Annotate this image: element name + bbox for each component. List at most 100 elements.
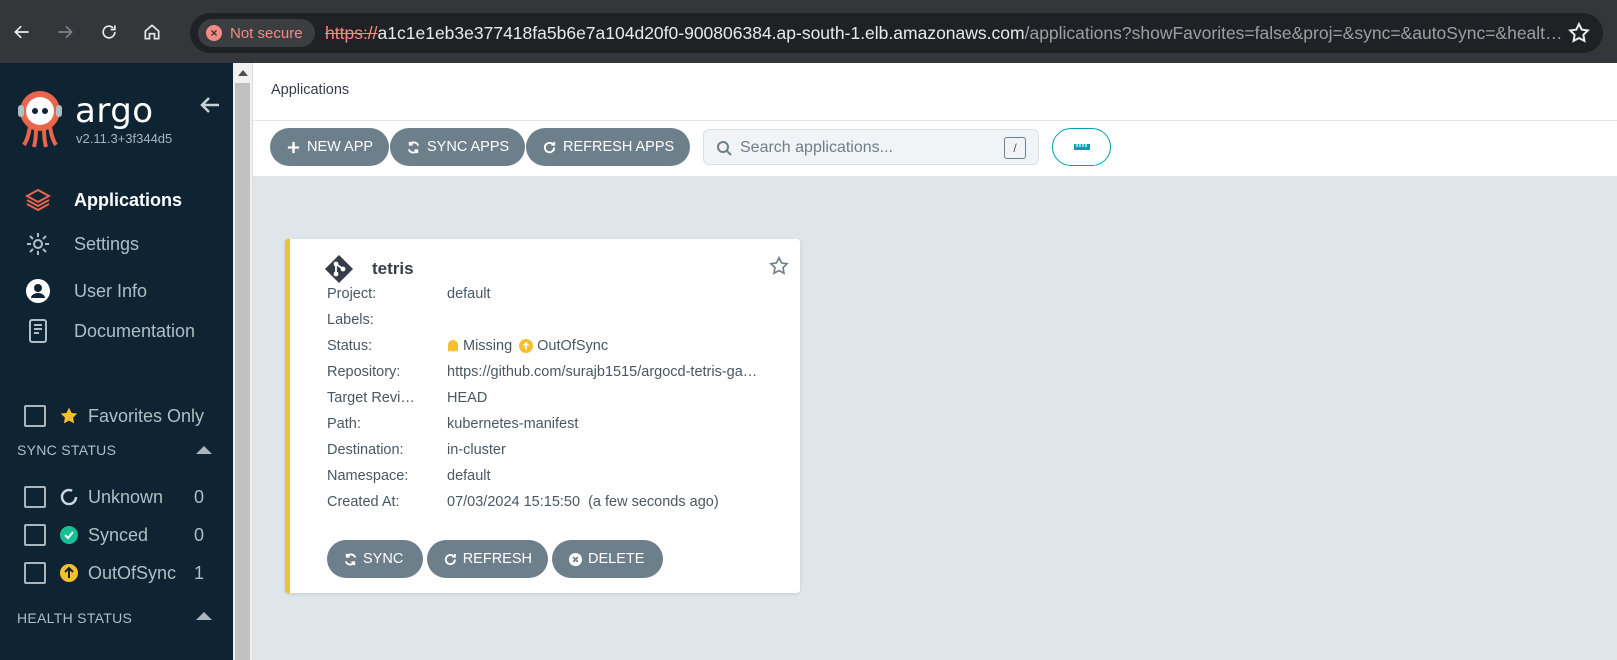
field-value: kubernetes-manifest [447,416,579,432]
arrow-right-icon [58,25,73,39]
health-status-heading: HEALTH STATUS [17,610,133,626]
security-chip[interactable]: × Not secure [198,19,315,47]
url-host: a1c1e1eb3e377418fa5b6e7a104d20f0-9008063… [377,23,1025,43]
view-toggle-button[interactable] [1052,128,1111,166]
favorite-star-icon[interactable] [768,255,790,277]
delete-x-icon [568,552,583,566]
sync-icon [344,553,357,565]
sidebar-item-documentation[interactable]: Documentation [0,313,233,349]
refresh-button[interactable]: REFRESH [427,540,548,578]
sidebar-item-label: Settings [74,233,140,254]
sync-status-heading: SYNC STATUS [17,442,117,458]
refresh-icon [543,141,556,153]
field-value: default [447,286,491,302]
button-label: NEW APP [307,139,374,155]
field-key: Project: [327,286,377,302]
sidebar-item-label: User Info [74,280,148,301]
browser-toolbar: × Not secure https://a1c1e1eb3e377418fa5… [0,0,1617,63]
git-icon [325,255,353,283]
address-bar[interactable]: × Not secure https://a1c1e1eb3e377418fa5… [190,13,1603,53]
bookmark-star-icon[interactable] [1567,21,1591,45]
field-key: Destination: [327,442,404,458]
field-key: Labels: [327,312,374,328]
favorites-label: Favorites Only [88,406,205,426]
sync-apps-button[interactable]: SYNC APPS [390,128,526,166]
url-path: /applications?showFavorites=false&proj=&… [1024,23,1563,43]
button-label: REFRESH APPS [563,139,675,155]
sidebar: argo v2.11.3+3f344d5 Applications Settin… [0,63,233,660]
field-key: Created At: [327,494,400,510]
applications-icon [24,188,52,212]
argo-logo-icon [18,91,62,148]
delete-button[interactable]: DELETE [552,540,663,578]
outofsync-arrow-icon [60,564,78,582]
app-name[interactable]: tetris [372,259,414,279]
button-label: SYNC [363,551,404,567]
field-key: Repository: [327,364,401,380]
sidebar-scrollbar[interactable] [233,63,253,660]
filter-outofsync[interactable]: OutOfSync 1 [0,558,233,588]
logo-text: argo [75,91,154,131]
back-button[interactable] [7,17,37,47]
favorites-filter[interactable]: Favorites Only [0,401,233,431]
sidebar-item-settings[interactable]: Settings [0,226,233,262]
favorites-checkbox[interactable] [24,405,46,427]
ruler-icon [1073,144,1090,150]
documentation-icon [29,319,47,343]
filter-count: 0 [194,487,205,507]
not-secure-icon: × [206,25,222,41]
filter-label: Unknown [88,487,164,507]
sidebar-item-applications[interactable]: Applications [0,182,233,218]
security-label: Not secure [230,24,303,42]
outofsync-arrow-icon [519,339,534,353]
button-label: DELETE [588,551,645,567]
reload-icon [102,25,116,39]
collapse-caret-icon[interactable] [196,446,212,454]
sync-status: OutOfSync [537,338,609,354]
sidebar-item-user-info[interactable]: User Info [0,273,233,309]
filter-checkbox[interactable] [24,562,46,584]
filter-checkbox[interactable] [24,524,46,546]
star-icon [60,407,78,424]
reload-button[interactable] [94,17,124,47]
sync-button[interactable]: SYNC [327,540,423,578]
scroll-up-arrow-icon[interactable] [238,70,248,76]
new-app-button[interactable]: NEW APP [270,128,390,166]
page-header: Applications [253,63,1617,121]
button-label: REFRESH [462,551,532,567]
collapse-sidebar-icon[interactable] [198,93,222,117]
settings-icon [27,233,49,255]
app-card[interactable]: tetris Project: default Labels: Status: … [285,239,800,593]
arrow-left-icon [14,25,29,39]
search-input[interactable] [740,136,990,160]
plus-icon [287,141,300,153]
collapse-caret-icon[interactable] [196,612,212,620]
filter-label: OutOfSync [88,563,177,583]
field-value: default [447,468,491,484]
page-title: Applications [271,82,350,98]
filter-count: 0 [194,525,205,545]
filter-label: Synced [88,525,149,545]
refresh-apps-button[interactable]: REFRESH APPS [526,128,691,166]
field-key: Target Revi… [327,390,415,406]
home-icon [144,24,160,40]
filter-count: 1 [194,563,205,583]
filter-checkbox[interactable] [24,486,46,508]
forward-button[interactable] [50,17,80,47]
url-text[interactable]: https://a1c1e1eb3e377418fa5b6e7a104d20f0… [325,23,1565,44]
filter-unknown[interactable]: Unknown 0 [0,482,233,512]
refresh-icon [444,553,456,565]
field-value: HEAD [447,390,488,406]
filter-synced[interactable]: Synced 0 [0,520,233,550]
url-scheme: https:// [325,23,378,43]
search-field[interactable]: / [703,129,1039,165]
applications-toolbar: NEW APP SYNC APPS REFRESH APPS / [253,121,1617,177]
sync-icon [407,141,420,153]
home-button[interactable] [137,17,167,47]
scrollbar-thumb[interactable] [235,83,250,660]
field-key: Status: [327,338,373,354]
field-value: 07/03/2024 15:15:50 (a few seconds ago) [447,494,719,510]
unknown-status-icon [60,488,78,506]
search-shortcut-key: / [1004,137,1026,159]
field-key: Path: [327,416,361,432]
